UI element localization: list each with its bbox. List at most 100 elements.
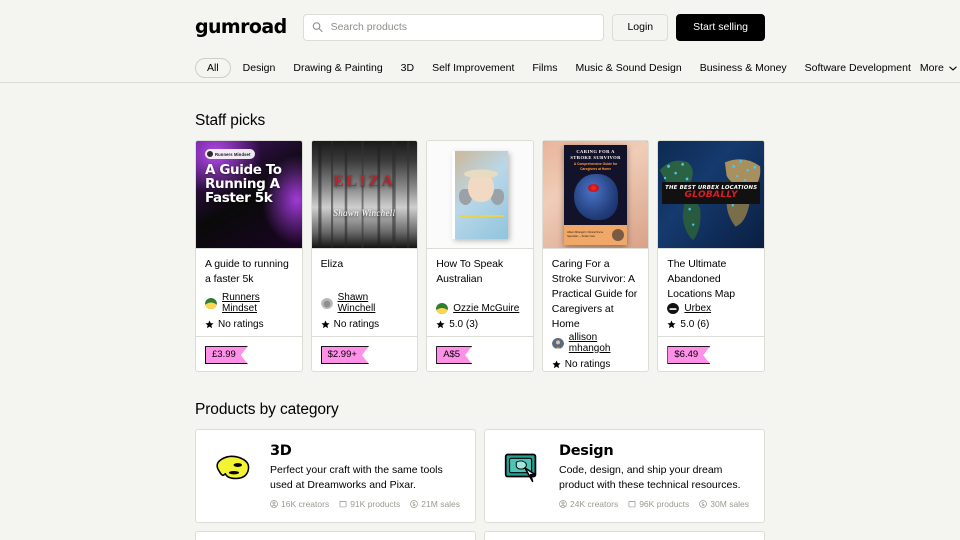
product-cover: ELIZA Shawn Winchell <box>311 141 418 249</box>
product-title: Eliza <box>320 258 344 270</box>
box-icon <box>339 501 347 508</box>
nav-item-self-improvement[interactable]: Self Improvement <box>423 63 523 74</box>
gumroad-logo[interactable]: Gumroad <box>195 16 287 38</box>
cover-badge: Runners Mindset <box>205 149 256 159</box>
rating-text: No ratings <box>333 319 380 331</box>
category-name: 3D <box>270 443 292 459</box>
dollar-icon <box>699 500 708 509</box>
rating-text: No ratings <box>564 358 611 370</box>
creator-name[interactable]: Shawn Winchell <box>338 292 409 314</box>
nav-item-music-sound-design[interactable]: Music & Sound Design <box>566 63 690 74</box>
product-body: How To Speak Australian Ozzie McGuire 5.… <box>427 249 533 336</box>
lesion-marker <box>587 184 599 193</box>
chevron-down-icon <box>949 66 957 70</box>
category-grid: 3D Perfect your craft with the same tool… <box>195 429 765 540</box>
cover-subtitle-line2: Caregivers at Home <box>580 167 612 172</box>
nav-item-3d[interactable]: 3D <box>392 63 423 74</box>
creator-row[interactable]: Ozzie McGuire <box>436 302 524 315</box>
product-cover: Runners Mindset A Guide To Running A Fas… <box>196 141 302 249</box>
product-body: Eliza Shawn Winchell No ratings <box>312 249 418 336</box>
stat-creators: 24K creators <box>559 499 618 509</box>
category-description: Perfect your craft with the same tools u… <box>270 464 443 492</box>
brain-illustration <box>573 174 618 221</box>
product-card[interactable]: CARING FOR A STROKE SURVIVOR A Comprehen… <box>541 140 650 372</box>
search-input[interactable] <box>302 13 605 41</box>
category-card-drawing-painting[interactable]: Drawing & Painting Tutorials, plugins, a… <box>195 531 476 540</box>
product-card[interactable]: ELIZA Shawn Winchell Eliza Shawn Winchel… <box>310 140 419 372</box>
creator-name[interactable]: Ozzie McGuire <box>453 303 519 314</box>
category-navbar: All Design Drawing & Painting 3D Self Im… <box>0 54 960 83</box>
product-cover <box>427 141 533 249</box>
stat-sales: 30M sales <box>699 499 749 509</box>
product-meta: Shawn Winchell No ratings <box>320 292 409 330</box>
creator-name[interactable]: Runners Mindset <box>222 292 293 314</box>
stat-sales-label: 30M sales <box>710 499 750 510</box>
author-photo <box>612 228 625 241</box>
staff-picks-heading: Staff picks <box>195 112 266 129</box>
category-text: 3D Perfect your craft with the same tool… <box>270 443 461 509</box>
login-button[interactable]: Login <box>612 13 669 41</box>
nav-more-label: More <box>919 62 944 74</box>
creator-row[interactable]: allison mhangoh <box>551 332 640 354</box>
rating-row: No ratings <box>321 319 409 330</box>
stat-products-label: 96K products <box>639 499 690 510</box>
product-meta: Runners Mindset No ratings <box>205 292 293 330</box>
categories-heading: Products by category <box>195 401 339 418</box>
nav-item-business-money[interactable]: Business & Money <box>691 63 796 74</box>
star-icon <box>205 320 214 329</box>
rating-text: No ratings <box>218 319 264 331</box>
dollar-icon <box>410 500 419 509</box>
cover-art-running-5k: Runners Mindset A Guide To Running A Fas… <box>196 141 302 248</box>
avatar <box>436 302 449 315</box>
cover-art-stroke-guide: CARING FOR A STROKE SURVIVOR A Comprehen… <box>542 141 649 248</box>
rating-row: No ratings <box>552 359 640 370</box>
product-meta: Urbex 5.0 (6) <box>667 302 755 330</box>
product-footer: $2.99+ <box>311 336 418 371</box>
category-card-design[interactable]: Design Code, design, and ship your dream… <box>484 429 765 524</box>
creator-row[interactable]: Urbex <box>667 302 755 315</box>
avatar <box>551 337 564 349</box>
search-container <box>302 13 605 41</box>
creator-row[interactable]: Shawn Winchell <box>320 292 409 314</box>
nav-item-drawing-painting[interactable]: Drawing & Painting <box>284 63 391 74</box>
forest-trees-decoration <box>317 141 409 248</box>
product-cover: THE BEST URBEX LOCATIONS GLOBALLY <box>658 141 764 249</box>
start-selling-button[interactable]: Start selling <box>676 13 765 41</box>
star-icon <box>321 320 330 329</box>
product-meta: Ozzie McGuire 5.0 (3) <box>436 302 524 330</box>
book-mockup: CARING FOR A STROKE SURVIVOR A Comprehen… <box>564 144 628 245</box>
box-icon <box>628 501 636 508</box>
creator-name[interactable]: Urbex <box>684 303 711 314</box>
cover-author: Shawn Winchell <box>333 208 396 219</box>
nav-item-films[interactable]: Films <box>523 63 566 74</box>
product-title: How To Speak Australian <box>436 258 504 285</box>
category-card-software-development[interactable]: Software Development Learn to code and t… <box>484 531 765 540</box>
badge-dot-icon <box>207 151 213 157</box>
cover-footer-band: Allison Mhangoh / Clinical Nurse Special… <box>564 224 628 245</box>
price-tag: $2.99+ <box>321 346 369 364</box>
rating-row: 5.0 (6) <box>667 319 755 330</box>
product-card[interactable]: Runners Mindset A Guide To Running A Fas… <box>195 140 303 372</box>
product-cover: CARING FOR A STROKE SURVIVOR A Comprehen… <box>542 141 649 249</box>
category-description: Code, design, and ship your dream produc… <box>559 464 741 492</box>
nav-item-all[interactable]: All <box>195 57 231 79</box>
product-title: Caring For a Stroke Survivor: A Practica… <box>551 258 638 330</box>
product-footer: $6.49 <box>658 336 764 371</box>
creator-name[interactable]: allison mhangoh <box>569 332 640 354</box>
category-card-3d[interactable]: 3D Perfect your craft with the same tool… <box>195 429 476 524</box>
cover-title-band: THE BEST URBEX LOCATIONS GLOBALLY <box>662 181 760 205</box>
category-stats: 24K creators 96K products 30M sales <box>559 499 750 509</box>
nav-item-software-development[interactable]: Software Development <box>796 63 920 74</box>
product-card[interactable]: THE BEST URBEX LOCATIONS GLOBALLY The Ul… <box>657 140 765 372</box>
product-body: Caring For a Stroke Survivor: A Practica… <box>543 249 649 371</box>
nav-more-button[interactable]: More <box>920 62 959 74</box>
rating-row: No ratings <box>205 319 293 330</box>
category-stats: 16K creators 91K products 21M sales <box>270 499 461 509</box>
rating-row: 5.0 (3) <box>436 319 524 330</box>
creator-row[interactable]: Runners Mindset <box>205 292 293 314</box>
avatar <box>320 297 333 310</box>
product-card[interactable]: How To Speak Australian Ozzie McGuire 5.… <box>426 140 534 372</box>
nav-item-design[interactable]: Design <box>234 63 285 74</box>
cover-art-eliza: ELIZA Shawn Winchell <box>311 141 418 248</box>
price-tag: $6.49 <box>667 346 710 364</box>
